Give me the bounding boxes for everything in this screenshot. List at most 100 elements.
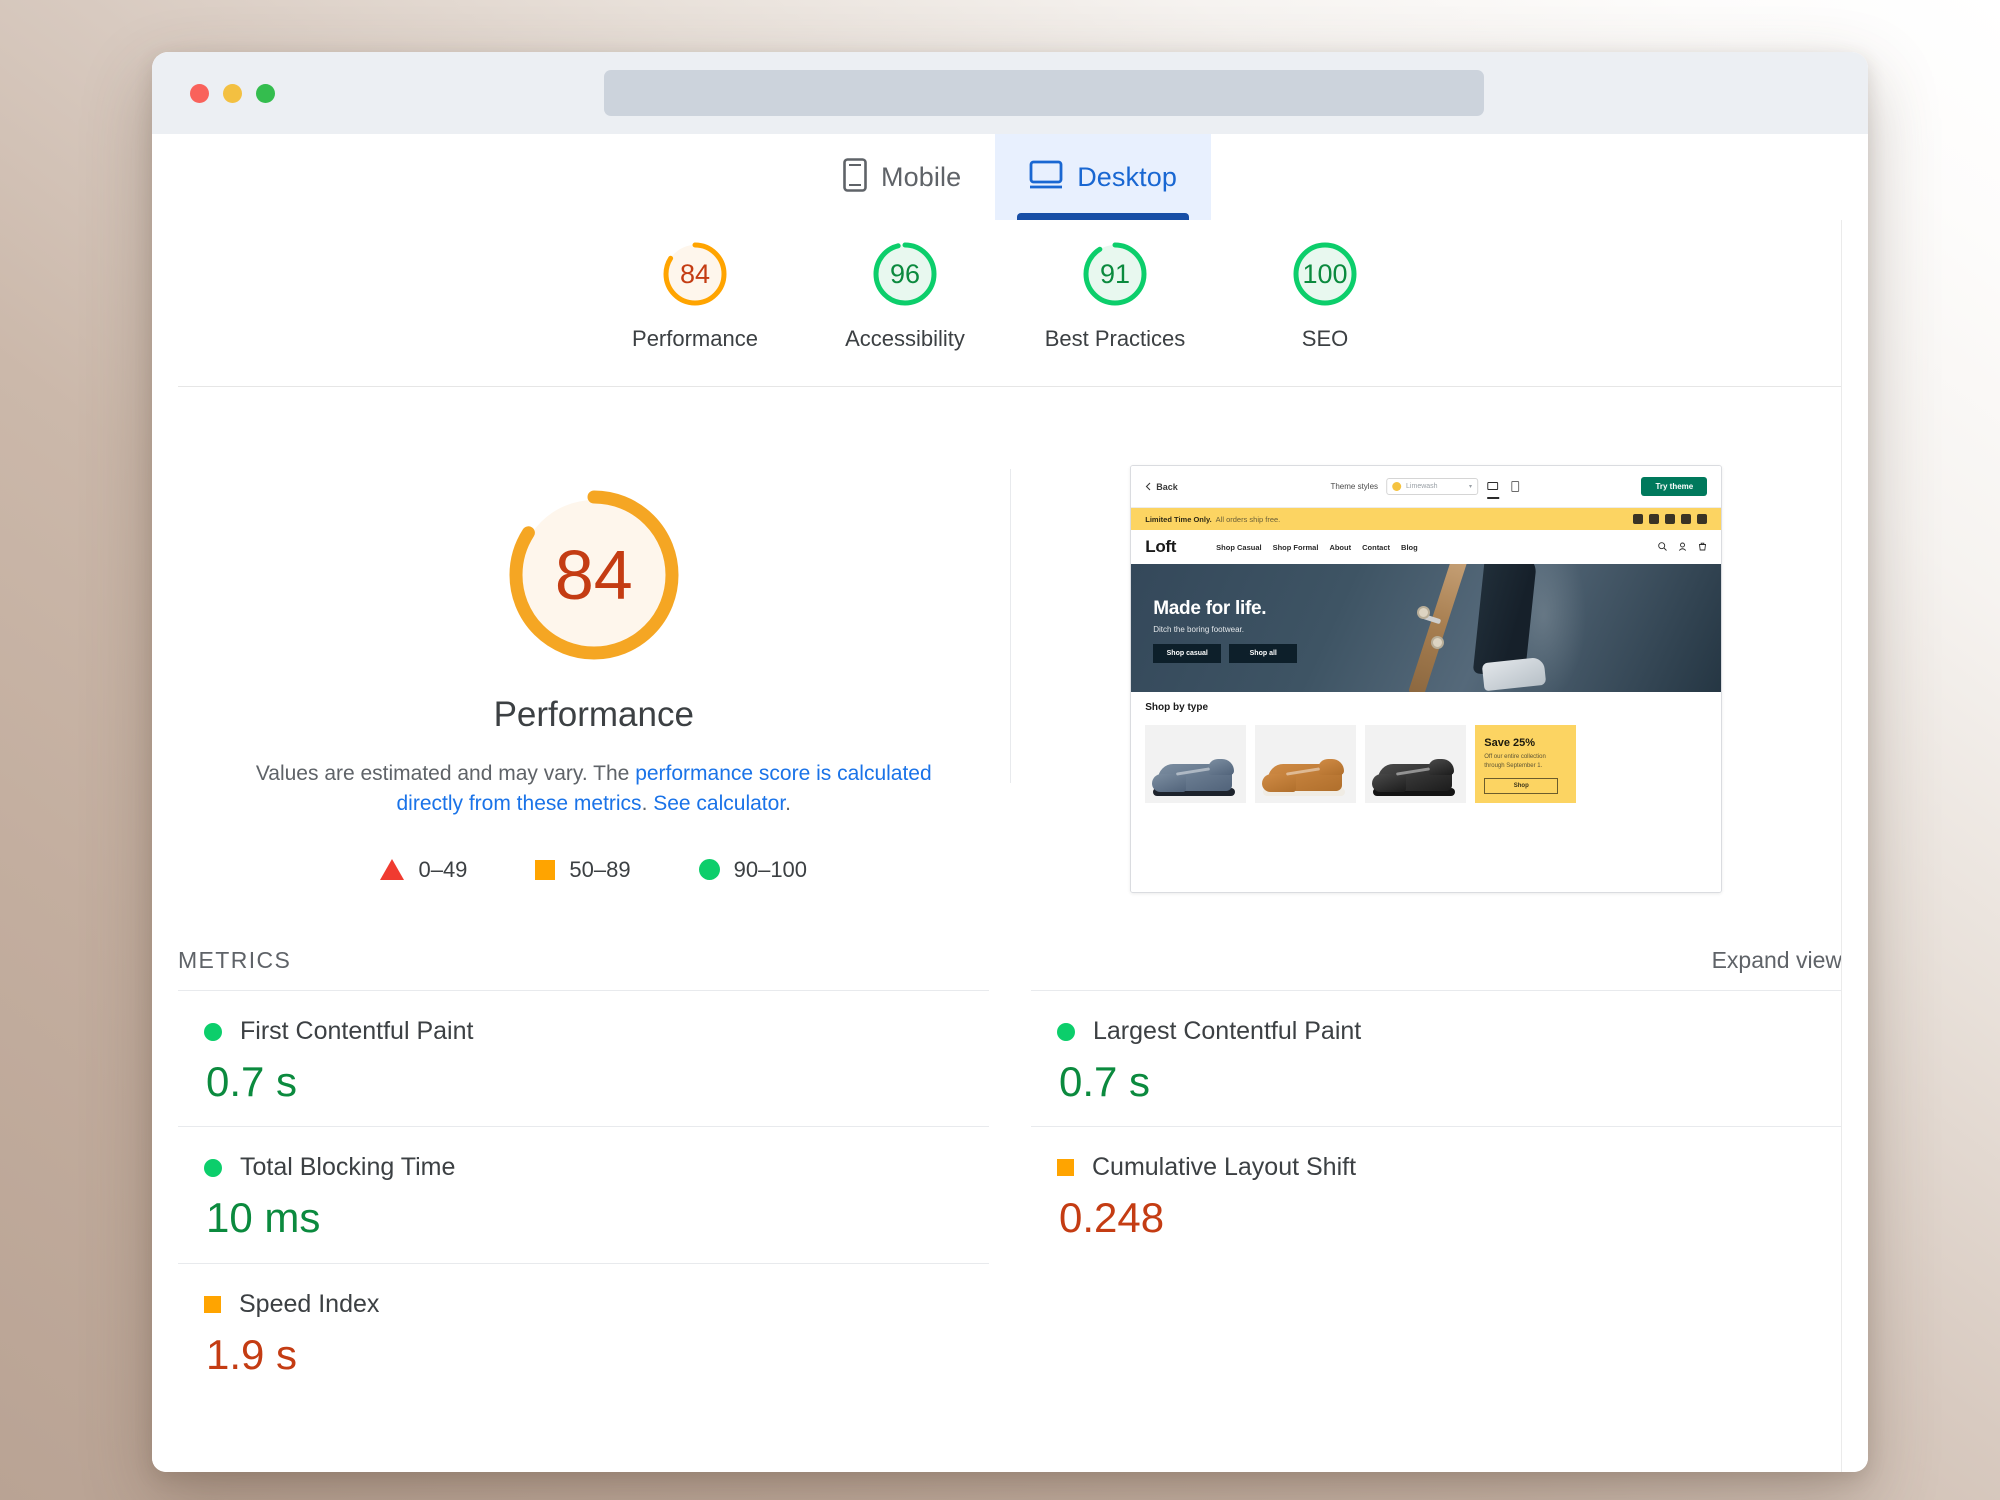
gauge-accessibility-value: 96 xyxy=(889,258,921,289)
legend-item-good: 90–100 xyxy=(698,857,807,883)
thumb-menu-item-3: Contact xyxy=(1362,542,1391,552)
device-tab-bar: Mobile Desktop xyxy=(152,134,1868,220)
thumb-promo-card: Save 25% Off our entire collection throu… xyxy=(1475,725,1577,803)
thumb-product-card-tan xyxy=(1255,725,1357,803)
performance-gauge-column: 84 Performance Values are estimated and … xyxy=(178,459,1010,883)
gauge-best-practices: 91 xyxy=(1079,238,1151,310)
circle-good-icon xyxy=(204,1022,222,1041)
score-item-seo[interactable]: 100 SEO xyxy=(1220,238,1430,352)
thumb-promo-sub: Off our entire collection through Septem… xyxy=(1484,754,1546,769)
see-calculator-link[interactable]: See calculator xyxy=(653,792,785,815)
twitter-icon xyxy=(1681,514,1692,524)
thumb-product-card-blue xyxy=(1145,725,1247,803)
youtube-icon xyxy=(1665,514,1676,524)
thumb-promo-title: Save 25% xyxy=(1484,737,1536,749)
metric-speed-index[interactable]: Speed Index 1.9 s xyxy=(178,1262,989,1399)
metric-name: First Contentful Paint xyxy=(240,1017,474,1045)
thumb-desktop-preview-icon xyxy=(1486,478,1500,499)
gauge-seo-value: 100 xyxy=(1302,258,1348,289)
score-label-best-practices: Best Practices xyxy=(1044,326,1186,351)
metric-name: Largest Contentful Paint xyxy=(1093,1017,1362,1045)
address-bar[interactable] xyxy=(604,70,1484,116)
gauge-seo: 100 xyxy=(1289,238,1361,310)
thumb-announcement-sub: All orders ship free. xyxy=(1215,514,1281,524)
legend-item-average: 50–89 xyxy=(535,856,631,883)
thumb-menu-item-2: About xyxy=(1329,542,1352,552)
metric-largest-contentful-paint[interactable]: Largest Contentful Paint 0.7 s xyxy=(1031,990,1842,1126)
thumb-hero-subtitle: Ditch the boring footwear. xyxy=(1153,625,1244,634)
score-item-accessibility[interactable]: 96 Accessibility xyxy=(800,238,1010,352)
instagram-icon xyxy=(1649,514,1660,524)
legend-label-poor: 0–49 xyxy=(418,856,468,882)
thumb-menu-item-1: Shop Formal xyxy=(1272,542,1319,552)
thumb-menu-item-0: Shop Casual xyxy=(1216,542,1262,552)
mobile-icon xyxy=(843,157,867,197)
desktop-icon xyxy=(1029,160,1063,195)
zoom-window-button[interactable] xyxy=(256,83,275,103)
thumb-announcement-headline: Limited Time Only. xyxy=(1145,514,1212,524)
thumb-style-select: Limewash ▾ xyxy=(1386,478,1479,495)
square-average-icon xyxy=(1057,1159,1074,1177)
metric-name: Cumulative Layout Shift xyxy=(1092,1153,1357,1182)
metric-name: Speed Index xyxy=(239,1289,380,1318)
score-item-performance[interactable]: 84 Performance xyxy=(590,238,800,352)
legend-label-average: 50–89 xyxy=(569,856,631,882)
performance-score-value: 84 xyxy=(554,536,633,614)
metric-cumulative-layout-shift[interactable]: Cumulative Layout Shift 0.248 xyxy=(1031,1126,1842,1262)
search-icon xyxy=(1658,538,1668,556)
thumb-product-card-black xyxy=(1365,725,1467,803)
theme-swatch-icon xyxy=(1392,482,1402,491)
expand-view-button[interactable]: Expand view xyxy=(1712,947,1842,974)
thumb-nav-icons xyxy=(1658,538,1707,556)
skateboard-wheel-rear xyxy=(1431,636,1445,649)
pinterest-icon xyxy=(1697,514,1708,524)
disclaimer-text-pre: Values are estimated and may vary. The xyxy=(255,762,636,785)
thumb-social-icons xyxy=(1633,514,1708,524)
minimize-window-button[interactable] xyxy=(223,83,242,103)
square-average-icon xyxy=(535,859,556,880)
shoe-blue-image xyxy=(1152,757,1238,797)
report-main: 84 Performance Values are estimated and … xyxy=(152,387,1868,893)
score-label-performance: Performance xyxy=(632,326,758,351)
score-disclaimer: Values are estimated and may vary. The p… xyxy=(254,759,934,819)
browser-titlebar xyxy=(152,52,1868,134)
gauge-performance-value: 84 xyxy=(679,258,711,289)
square-average-icon xyxy=(204,1295,221,1313)
thumb-hero-title: Made for life. xyxy=(1153,598,1267,619)
metric-value: 0.248 xyxy=(1059,1194,1165,1242)
browser-window: Mobile Desktop 84 Performance 96 Accessi… xyxy=(152,52,1868,1472)
skateboard-deck xyxy=(1408,564,1471,692)
tab-desktop[interactable]: Desktop xyxy=(995,134,1211,220)
thumb-editor-bar: Back Theme styles Limewash ▾ Try theme xyxy=(1131,466,1722,508)
thumb-hero: Made for life. Ditch the boring footwear… xyxy=(1131,564,1722,692)
shoe-black-image xyxy=(1372,757,1458,797)
metric-first-contentful-paint[interactable]: First Contentful Paint 0.7 s xyxy=(178,990,989,1126)
score-item-best-practices[interactable]: 91 Best Practices xyxy=(1010,238,1220,352)
thumb-try-theme-button: Try theme xyxy=(1641,477,1708,496)
metric-value: 10 ms xyxy=(206,1194,321,1242)
close-window-button[interactable] xyxy=(190,83,209,103)
traffic-lights xyxy=(190,83,275,103)
tab-mobile-label: Mobile xyxy=(881,161,962,192)
thumb-style-value: Limewash xyxy=(1406,483,1438,490)
thumb-store-logo: Loft xyxy=(1145,537,1177,556)
final-screenshot-thumbnail[interactable]: Back Theme styles Limewash ▾ Try theme L… xyxy=(1130,465,1723,893)
thumb-product-cards: Save 25% Off our entire collection throu… xyxy=(1145,725,1707,803)
metric-cell-empty xyxy=(1031,1263,1842,1399)
gauge-performance: 84 xyxy=(659,238,731,310)
gauge-accessibility: 96 xyxy=(869,238,941,310)
screenshot-column: Back Theme styles Limewash ▾ Try theme L… xyxy=(1011,459,1843,893)
metric-value: 0.7 s xyxy=(206,1058,298,1105)
disclaimer-text-post: . xyxy=(785,791,791,815)
facebook-icon xyxy=(1633,514,1644,524)
metrics-section: METRICS Expand view First Contentful Pai… xyxy=(152,947,1868,1399)
disclaimer-text-mid: . xyxy=(641,791,654,815)
metric-name: Total Blocking Time xyxy=(240,1153,456,1182)
thumb-menu-item-4: Blog xyxy=(1401,542,1418,552)
metrics-grid: First Contentful Paint 0.7 s Largest Con… xyxy=(178,990,1842,1399)
thumb-hero-buttons: Shop casual Shop all xyxy=(1153,644,1298,663)
thumb-hero-button-0: Shop casual xyxy=(1153,644,1222,663)
score-label-accessibility: Accessibility xyxy=(845,326,965,351)
tab-mobile[interactable]: Mobile xyxy=(809,134,995,220)
metric-total-blocking-time[interactable]: Total Blocking Time 10 ms xyxy=(178,1126,989,1262)
